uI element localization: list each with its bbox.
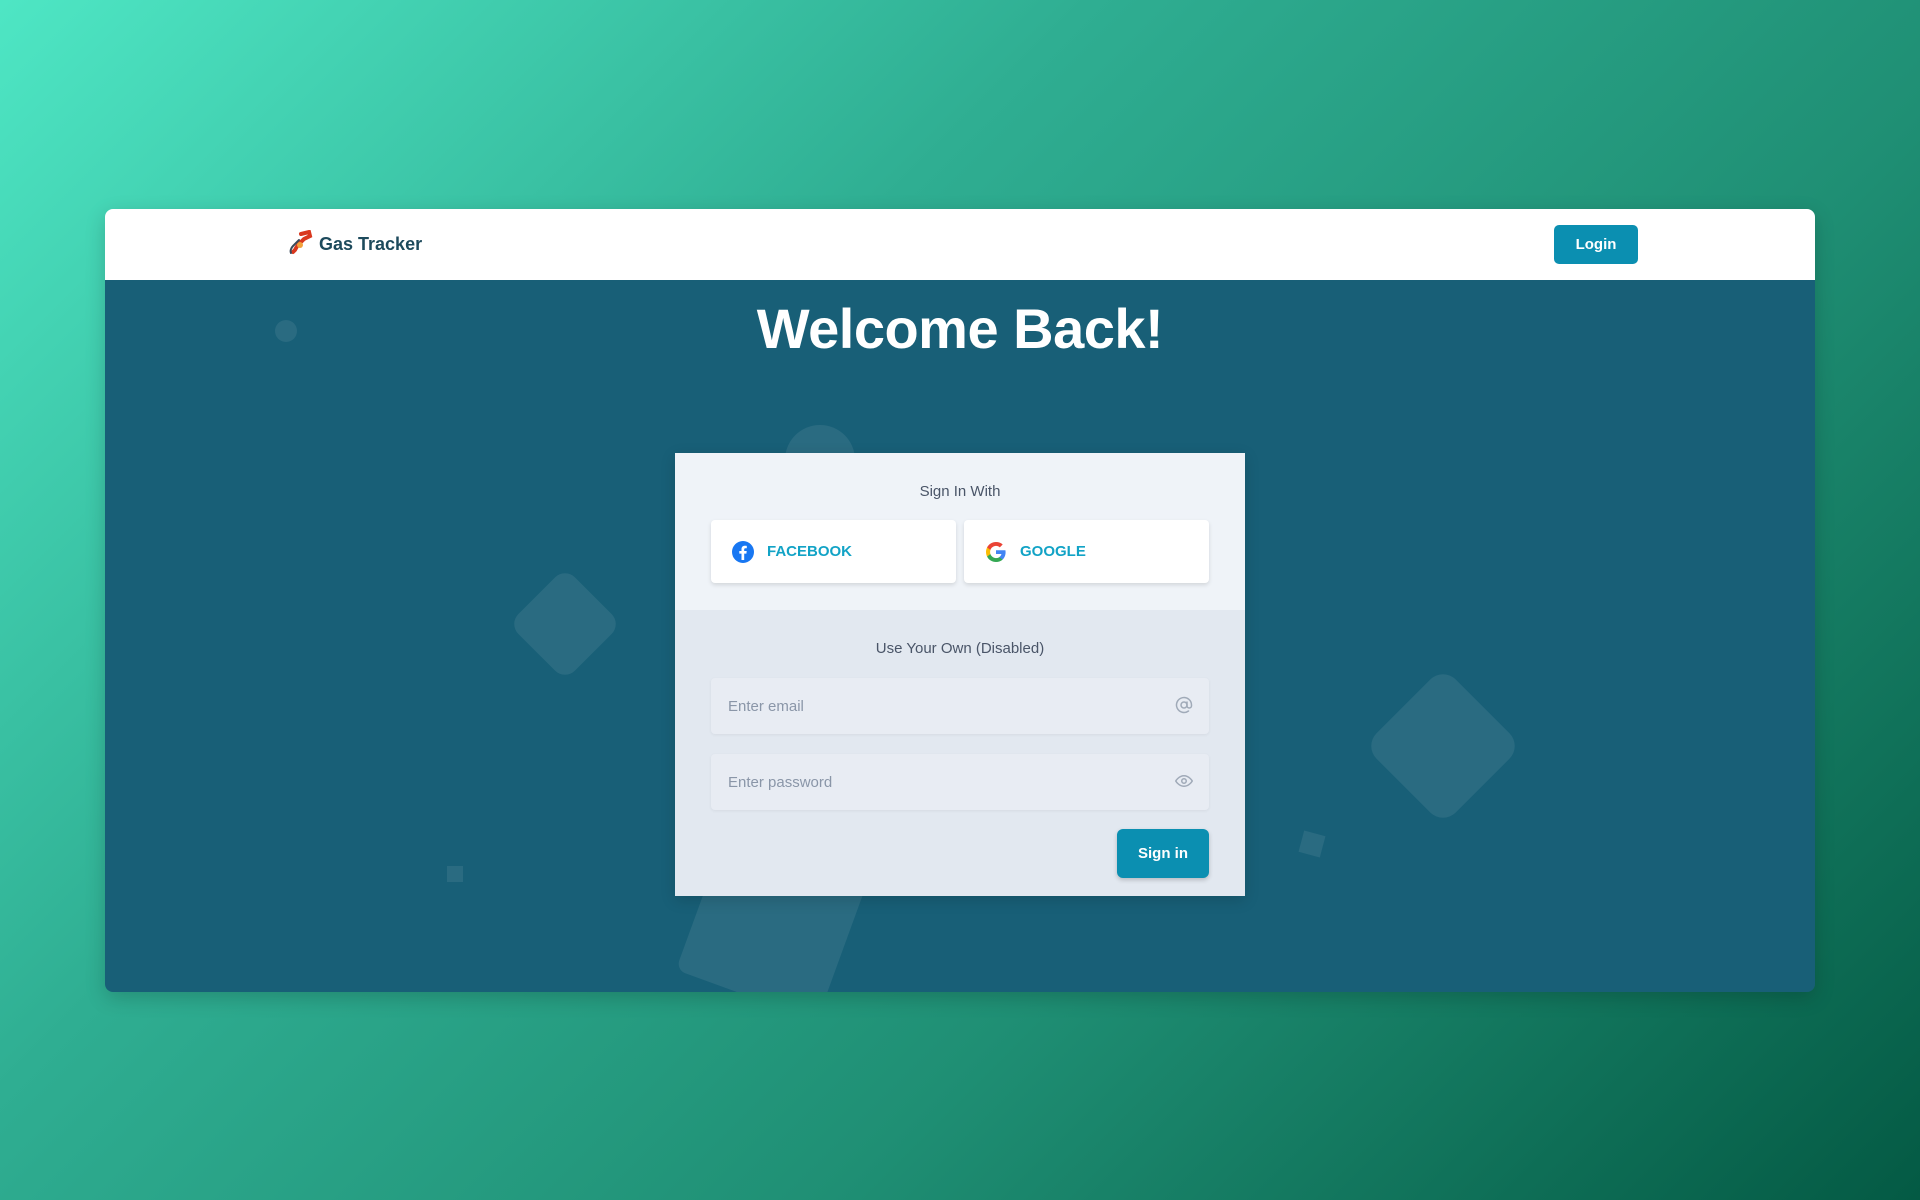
login-card: Sign In With FACEBOOK GOOGLE Use Your Ow… (675, 453, 1245, 896)
credentials-heading: Use Your Own (Disabled) (875, 640, 1045, 657)
brand-name: Gas Tracker (319, 233, 423, 254)
fuel-nozzle-icon (285, 229, 313, 258)
email-input[interactable] (711, 678, 1209, 734)
social-heading: Sign In With (919, 483, 1001, 500)
google-label: GOOGLE (1020, 543, 1086, 560)
decor-diamond-left (508, 567, 622, 681)
login-button[interactable]: Login (1554, 225, 1638, 264)
facebook-button[interactable]: FACEBOOK (711, 520, 956, 583)
page-title: Welcome Back! (756, 297, 1164, 360)
google-icon (986, 541, 1006, 562)
google-button[interactable]: GOOGLE (964, 520, 1209, 583)
credentials-section: Use Your Own (Disabled) Sign in (675, 610, 1245, 896)
eye-icon[interactable] (1175, 772, 1193, 790)
sign-in-button[interactable]: Sign in (1117, 829, 1209, 878)
at-sign-icon (1175, 696, 1193, 714)
social-signin-section: Sign In With FACEBOOK GOOGLE (675, 453, 1245, 610)
navbar: Gas Tracker Login (105, 209, 1815, 280)
decor-diamond-right (1363, 666, 1523, 826)
decor-square-small-right (1298, 830, 1326, 858)
facebook-label: FACEBOOK (767, 543, 853, 560)
facebook-icon (732, 540, 754, 563)
email-field (711, 678, 1209, 734)
brand[interactable]: Gas Tracker (285, 229, 423, 258)
decor-square-small-left (447, 866, 463, 882)
password-field (711, 754, 1209, 810)
password-input[interactable] (711, 754, 1209, 810)
